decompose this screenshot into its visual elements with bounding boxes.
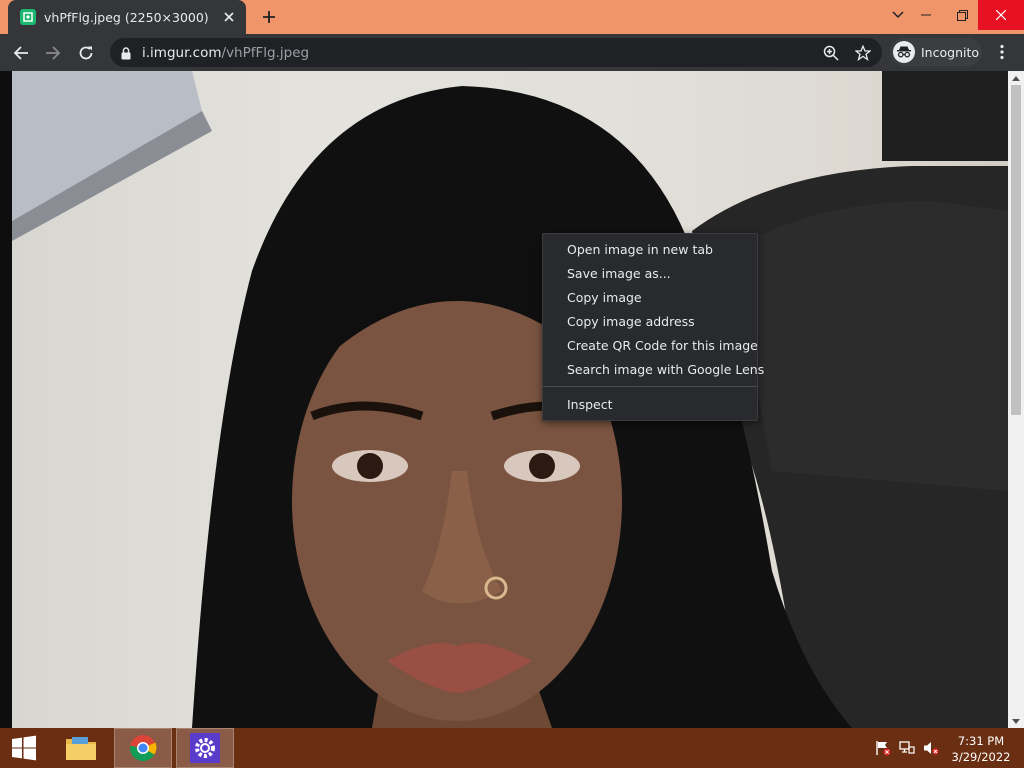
menu-item-save-image-as[interactable]: Save image as... [543, 262, 757, 286]
address-bar[interactable]: i.imgur.com/vhPfFlg.jpeg [110, 38, 882, 67]
clock-time: 7:31 PM [957, 734, 1005, 748]
page-content [0, 71, 1024, 728]
plus-icon[interactable] [258, 6, 280, 28]
image-context-menu: Open image in new tab Save image as... C… [542, 233, 764, 421]
kebab-menu-icon[interactable] [992, 40, 1012, 64]
url-path: /vhPfFlg.jpeg [221, 45, 310, 61]
menu-item-search-google-lens[interactable]: Search image with Google Lens [543, 358, 764, 382]
restore-icon[interactable] [944, 0, 980, 30]
clock-date: 3/29/2022 [951, 750, 1011, 764]
menu-item-copy-image[interactable]: Copy image [543, 286, 757, 310]
menu-item-create-qr-code[interactable]: Create QR Code for this image [543, 334, 758, 358]
chrome-icon[interactable] [114, 728, 172, 768]
imgur-favicon-icon [20, 9, 36, 25]
profile-label: Incognito [921, 44, 980, 60]
url-text: i.imgur.com/vhPfFlg.jpeg [142, 45, 309, 61]
start-icon[interactable] [0, 728, 48, 768]
star-icon[interactable] [853, 43, 873, 63]
file-explorer-icon[interactable] [56, 728, 106, 768]
menu-item-copy-image-address[interactable]: Copy image address [543, 310, 757, 334]
browser-toolbar: i.imgur.com/vhPfFlg.jpeg [0, 34, 1024, 71]
system-clock[interactable]: 7:31 PM 3/29/2022 [946, 733, 1016, 765]
forward-arrow-icon[interactable] [40, 40, 66, 66]
zoom-icon[interactable] [821, 43, 841, 63]
settings-icon[interactable] [176, 728, 234, 768]
menu-item-inspect[interactable]: Inspect [543, 393, 757, 417]
incognito-profile-button[interactable]: Incognito [890, 38, 982, 66]
lock-icon[interactable] [116, 43, 136, 63]
scrollbar-thumb[interactable] [1011, 85, 1021, 415]
close-icon[interactable] [218, 6, 240, 28]
url-host: i.imgur.com [142, 45, 222, 61]
portrait-image[interactable] [12, 71, 1008, 728]
incognito-icon [893, 41, 915, 63]
volume-muted-icon[interactable] [922, 740, 940, 756]
reload-icon[interactable] [73, 40, 99, 66]
taskbar: 7:31 PM 3/29/2022 [0, 728, 1024, 768]
menu-item-open-image-new-tab[interactable]: Open image in new tab [543, 238, 757, 262]
menu-separator [543, 386, 757, 387]
scroll-down-icon[interactable] [1008, 714, 1024, 728]
browser-tab[interactable]: vhPfFlg.jpeg (2250×3000) [8, 0, 246, 34]
vertical-scrollbar[interactable] [1008, 71, 1024, 728]
tab-title: vhPfFlg.jpeg (2250×3000) [44, 9, 209, 25]
network-icon[interactable] [898, 740, 916, 756]
scroll-up-icon[interactable] [1008, 71, 1024, 85]
minimize-icon[interactable] [908, 0, 944, 30]
close-icon[interactable] [978, 0, 1024, 30]
flag-icon[interactable] [874, 740, 892, 756]
title-bar: vhPfFlg.jpeg (2250×3000) [0, 0, 1024, 34]
back-arrow-icon[interactable] [8, 40, 34, 66]
